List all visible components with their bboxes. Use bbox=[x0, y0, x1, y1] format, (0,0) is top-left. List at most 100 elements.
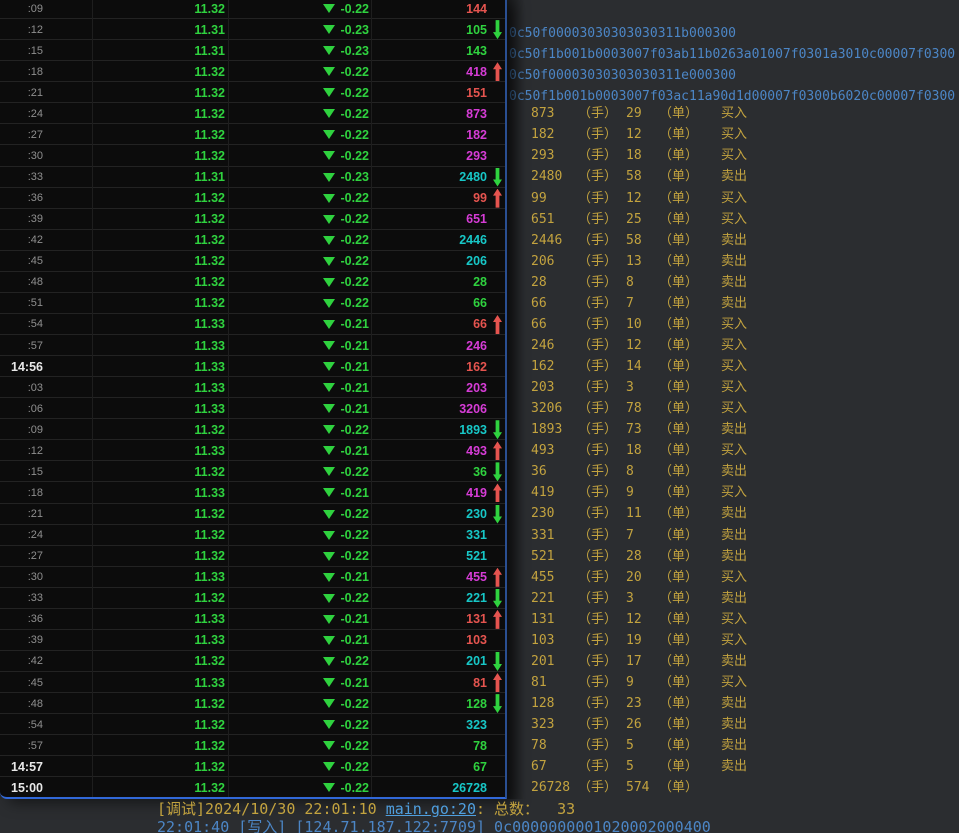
price-up-arrow-icon bbox=[493, 62, 502, 81]
table-row[interactable]: 14:56 11.33 -0.21 162 bbox=[0, 356, 505, 377]
down-triangle-icon bbox=[323, 25, 335, 34]
arrow-cell bbox=[490, 588, 505, 609]
lots-value: 293 bbox=[531, 145, 578, 166]
table-row[interactable]: :27 11.32 -0.22 521 bbox=[0, 546, 505, 567]
trade-detail-row: 26728 （手） 574 （单） bbox=[531, 777, 747, 798]
trade-time: :18 bbox=[0, 66, 92, 78]
table-row[interactable]: :24 11.32 -0.22 873 bbox=[0, 103, 505, 124]
arrow-cell bbox=[490, 272, 505, 293]
time-sales-table[interactable]: :09 11.32 -0.22 144 :12 11.31 -0.23 105 … bbox=[0, 0, 507, 799]
table-row[interactable]: :24 11.32 -0.22 331 bbox=[0, 525, 505, 546]
table-row[interactable]: 15:00 11.32 -0.22 26728 bbox=[0, 777, 505, 798]
trade-volume: 493 bbox=[371, 444, 490, 458]
down-triangle-icon bbox=[323, 573, 335, 582]
table-row[interactable]: :18 11.33 -0.21 419 bbox=[0, 482, 505, 503]
table-row[interactable]: :48 11.32 -0.22 128 bbox=[0, 693, 505, 714]
trade-price: 11.31 bbox=[92, 170, 228, 184]
table-row[interactable]: :39 11.33 -0.21 103 bbox=[0, 630, 505, 651]
trade-price: 11.31 bbox=[92, 23, 228, 37]
table-row[interactable]: :39 11.32 -0.22 651 bbox=[0, 209, 505, 230]
table-row[interactable]: :57 11.32 -0.22 78 bbox=[0, 735, 505, 756]
trade-side-label: 买入 bbox=[721, 103, 747, 124]
table-row[interactable]: :48 11.32 -0.22 28 bbox=[0, 272, 505, 293]
trade-change: -0.21 bbox=[228, 444, 371, 458]
trade-price: 11.32 bbox=[92, 254, 228, 268]
orders-unit-label: （单） bbox=[659, 525, 721, 546]
trade-change: -0.22 bbox=[228, 549, 371, 563]
table-row[interactable]: :15 11.32 -0.22 36 bbox=[0, 461, 505, 482]
orders-unit-label: （单） bbox=[659, 419, 721, 440]
lots-unit-label: （手） bbox=[578, 166, 626, 187]
table-row[interactable]: :27 11.32 -0.22 182 bbox=[0, 124, 505, 145]
table-row[interactable]: :09 11.32 -0.22 144 bbox=[0, 0, 505, 19]
trade-volume: 105 bbox=[371, 23, 490, 37]
table-row[interactable]: :33 11.31 -0.23 2480 bbox=[0, 167, 505, 188]
change-value: -0.21 bbox=[341, 317, 370, 331]
trade-change: -0.22 bbox=[228, 654, 371, 668]
change-value: -0.22 bbox=[341, 2, 370, 16]
table-row[interactable]: :45 11.33 -0.21 81 bbox=[0, 672, 505, 693]
table-row[interactable]: :30 11.32 -0.22 293 bbox=[0, 145, 505, 166]
orders-value: 12 bbox=[626, 609, 659, 630]
trade-change: -0.22 bbox=[228, 781, 371, 795]
trade-side-label: 买入 bbox=[721, 209, 747, 230]
table-row[interactable]: :09 11.32 -0.22 1893 bbox=[0, 419, 505, 440]
change-value: -0.22 bbox=[341, 718, 370, 732]
lots-unit-label: （手） bbox=[578, 398, 626, 419]
table-row[interactable]: 14:57 11.32 -0.22 67 bbox=[0, 756, 505, 777]
table-row[interactable]: :33 11.32 -0.22 221 bbox=[0, 588, 505, 609]
log-debug-line: [调试]2024/10/30 22:01:10 main.go:20: 总数： … bbox=[157, 799, 575, 820]
table-row[interactable]: :42 11.32 -0.22 201 bbox=[0, 651, 505, 672]
lots-value: 521 bbox=[531, 546, 578, 567]
price-up-arrow-icon bbox=[493, 673, 502, 692]
table-row[interactable]: :54 11.33 -0.21 66 bbox=[0, 314, 505, 335]
orders-value: 23 bbox=[626, 693, 659, 714]
lots-unit-label: （手） bbox=[578, 251, 626, 272]
orders-unit-label: （单） bbox=[659, 188, 721, 209]
trade-price: 11.32 bbox=[92, 2, 228, 16]
table-row[interactable]: :36 11.32 -0.22 99 bbox=[0, 188, 505, 209]
price-down-arrow-icon bbox=[493, 462, 502, 481]
trade-volume: 1893 bbox=[371, 423, 490, 437]
trade-change: -0.22 bbox=[228, 233, 371, 247]
source-link[interactable]: main.go:20 bbox=[386, 800, 476, 818]
table-row[interactable]: :21 11.32 -0.22 230 bbox=[0, 504, 505, 525]
trade-detail-row: 78 （手） 5 （单） 卖出 bbox=[531, 735, 747, 756]
table-row[interactable]: :12 11.31 -0.23 105 bbox=[0, 19, 505, 40]
table-row[interactable]: :06 11.33 -0.21 3206 bbox=[0, 398, 505, 419]
down-triangle-icon bbox=[323, 46, 335, 55]
orders-value: 29 bbox=[626, 103, 659, 124]
down-triangle-icon bbox=[323, 151, 335, 160]
trade-volume: 78 bbox=[371, 739, 490, 753]
table-row[interactable]: :51 11.32 -0.22 66 bbox=[0, 293, 505, 314]
lots-value: 66 bbox=[531, 293, 578, 314]
price-down-arrow-icon bbox=[493, 420, 502, 439]
table-row[interactable]: :57 11.33 -0.21 246 bbox=[0, 335, 505, 356]
change-value: -0.21 bbox=[341, 402, 370, 416]
table-row[interactable]: :54 11.32 -0.22 323 bbox=[0, 714, 505, 735]
trade-price: 11.32 bbox=[92, 423, 228, 437]
trade-detail-row: 419 （手） 9 （单） 买入 bbox=[531, 482, 747, 503]
table-row[interactable]: :45 11.32 -0.22 206 bbox=[0, 251, 505, 272]
table-row[interactable]: :18 11.32 -0.22 418 bbox=[0, 61, 505, 82]
table-row[interactable]: :36 11.33 -0.21 131 bbox=[0, 609, 505, 630]
orders-value: 8 bbox=[626, 461, 659, 482]
lots-unit-label: （手） bbox=[578, 356, 626, 377]
orders-value: 7 bbox=[626, 525, 659, 546]
trade-detail-row: 182 （手） 12 （单） 买入 bbox=[531, 124, 747, 145]
down-triangle-icon bbox=[323, 552, 335, 561]
table-row[interactable]: :15 11.31 -0.23 143 bbox=[0, 40, 505, 61]
orders-unit-label: （单） bbox=[659, 503, 721, 524]
trade-volume: 128 bbox=[371, 697, 490, 711]
orders-value: 5 bbox=[626, 735, 659, 756]
table-row[interactable]: :12 11.33 -0.21 493 bbox=[0, 440, 505, 461]
table-row[interactable]: :30 11.33 -0.21 455 bbox=[0, 567, 505, 588]
table-row[interactable]: :03 11.33 -0.21 203 bbox=[0, 377, 505, 398]
column-divider bbox=[92, 0, 93, 797]
lots-value: 419 bbox=[531, 482, 578, 503]
trade-price: 11.32 bbox=[92, 296, 228, 310]
table-row[interactable]: :42 11.32 -0.22 2446 bbox=[0, 230, 505, 251]
trade-side-label: 卖出 bbox=[721, 293, 747, 314]
arrow-cell bbox=[490, 504, 505, 525]
table-row[interactable]: :21 11.32 -0.22 151 bbox=[0, 82, 505, 103]
